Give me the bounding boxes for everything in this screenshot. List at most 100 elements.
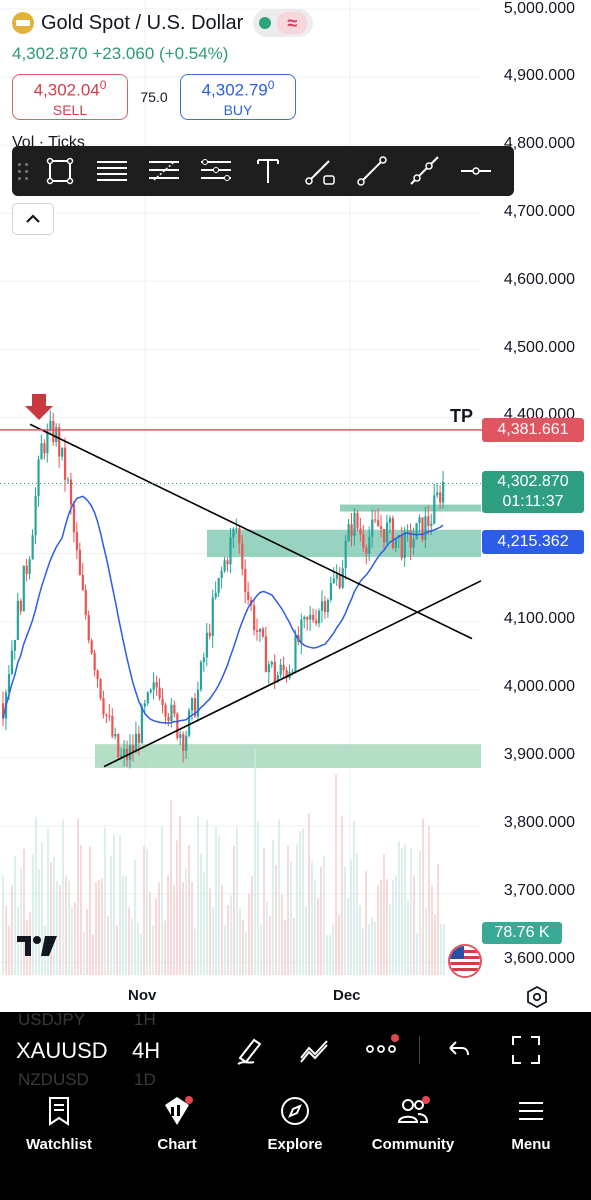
volume-bar <box>323 855 325 975</box>
symbol-interval-bar: USDJPY 1H NZDUSD 1D XAUUSD 4H <box>0 1012 591 1088</box>
tab-label: Watchlist <box>25 1136 93 1153</box>
horizontal-lines-tool-icon[interactable] <box>86 146 138 196</box>
chart-area[interactable]: Gold Spot / U.S. Dollar ≈ 4,302.870 +23.… <box>0 0 591 1012</box>
more-icon[interactable] <box>365 1034 399 1060</box>
volume-bar <box>263 848 265 975</box>
candles-icon[interactable] <box>298 1034 332 1071</box>
candle-body <box>64 447 67 480</box>
candle-body <box>362 534 365 548</box>
volume-bar <box>62 820 64 975</box>
candle-body <box>264 636 268 673</box>
candle-body <box>350 524 353 536</box>
volume-bar <box>410 848 412 975</box>
bottom-tab-bar: Watchlist Chart Explore Community Menu <box>0 1088 591 1200</box>
rectangle-tool-icon[interactable] <box>34 146 86 196</box>
volume-bar <box>140 933 142 975</box>
volume-bar <box>380 879 382 975</box>
fullscreen-icon[interactable] <box>510 1034 542 1071</box>
undo-icon[interactable] <box>446 1034 472 1071</box>
resistance-zone <box>207 529 481 557</box>
people-icon <box>354 1094 472 1128</box>
candle-body <box>309 614 312 620</box>
volume-bar <box>251 875 253 975</box>
buy-label: BUY <box>223 101 253 118</box>
candle-body <box>52 421 55 443</box>
volume-bar <box>335 774 337 975</box>
tab-community[interactable]: Community <box>354 1088 472 1200</box>
volume-bar <box>230 895 232 975</box>
trendline-tool-icon[interactable] <box>346 146 398 196</box>
candle-body <box>75 532 79 550</box>
chart-settings-icon[interactable] <box>526 985 548 1013</box>
ray-tool-icon[interactable] <box>398 146 450 196</box>
buy-button[interactable]: 4,302.790 BUY <box>180 74 296 120</box>
candle-body <box>380 526 383 529</box>
volume-bar <box>302 828 304 975</box>
volume-bar <box>392 879 394 975</box>
volume-bar <box>278 819 280 975</box>
tradingview-logo-icon[interactable] <box>15 934 59 963</box>
fib-extension-tool-icon[interactable] <box>190 146 242 196</box>
volume-bar <box>281 894 283 975</box>
sell-price-pip: 0 <box>99 78 107 92</box>
price-axis-label: 4,900.000 <box>503 67 575 84</box>
price-axis-label: 4,800.000 <box>503 135 575 152</box>
candle-body <box>220 570 223 579</box>
candle-body <box>415 523 418 540</box>
sell-button[interactable]: 4,302.040 SELL <box>12 74 128 120</box>
price-axis-label: 4,600.000 <box>503 271 575 288</box>
buy-price-pip: 0 <box>267 78 275 92</box>
last-price-value: 4,302.870 <box>497 473 569 490</box>
price-axis-label: 4,500.000 <box>503 339 575 356</box>
volume-bar <box>431 885 433 975</box>
text-tool-icon[interactable] <box>242 146 294 196</box>
volume-bar <box>83 932 85 975</box>
interval-selector[interactable]: 4H <box>132 1038 160 1064</box>
horizontal-ray-tool-icon[interactable] <box>450 146 502 196</box>
symbol-title[interactable]: Gold Spot / U.S. Dollar <box>41 12 243 35</box>
candle-body <box>16 600 19 640</box>
drag-handle-icon[interactable] <box>12 162 34 180</box>
candle-body <box>158 687 161 699</box>
volume-bar <box>122 875 124 975</box>
candle-body <box>93 653 96 671</box>
tab-explore[interactable]: Explore <box>236 1088 354 1200</box>
fib-retracement-tool-icon[interactable] <box>138 146 190 196</box>
market-status-pill[interactable]: ≈ <box>253 9 314 37</box>
candle-body <box>241 543 244 569</box>
symbol-selector[interactable]: XAUUSD <box>16 1038 114 1064</box>
volume-bar <box>218 835 220 975</box>
candle-body <box>69 479 73 505</box>
volume-bar <box>65 875 67 975</box>
tab-chart[interactable]: Chart <box>118 1088 236 1200</box>
volume-bar <box>254 748 256 975</box>
candle-body <box>388 518 392 523</box>
brush-icon[interactable] <box>234 1034 266 1071</box>
candle-body <box>72 504 76 533</box>
volume-bar <box>260 924 262 975</box>
volume-bar <box>284 920 286 975</box>
us-flag-icon[interactable] <box>448 944 482 978</box>
candle-body <box>273 661 276 683</box>
tab-watchlist[interactable]: Watchlist <box>0 1088 118 1200</box>
tp-annotation[interactable]: TP <box>450 406 473 427</box>
candle-body <box>185 735 188 751</box>
candle-body <box>323 601 327 613</box>
candle-body <box>282 664 285 671</box>
volume-bar <box>383 854 385 975</box>
tab-menu[interactable]: Menu <box>472 1088 590 1200</box>
chevron-up-icon <box>26 214 40 223</box>
tp-price-tag: 4,381.661 <box>482 418 584 442</box>
volume-bar <box>248 893 250 975</box>
candle-body <box>96 670 99 680</box>
volume-bar <box>176 840 178 975</box>
candle-body <box>347 524 350 542</box>
candle-body <box>146 692 149 704</box>
gold-icon <box>12 12 34 34</box>
volume-bar <box>296 844 298 975</box>
collapse-legend-button[interactable] <box>12 203 54 235</box>
volume-bar <box>257 821 259 975</box>
volume-bar <box>293 918 295 975</box>
volume-bar <box>419 850 421 975</box>
brush-trendline-tool-icon[interactable] <box>294 146 346 196</box>
